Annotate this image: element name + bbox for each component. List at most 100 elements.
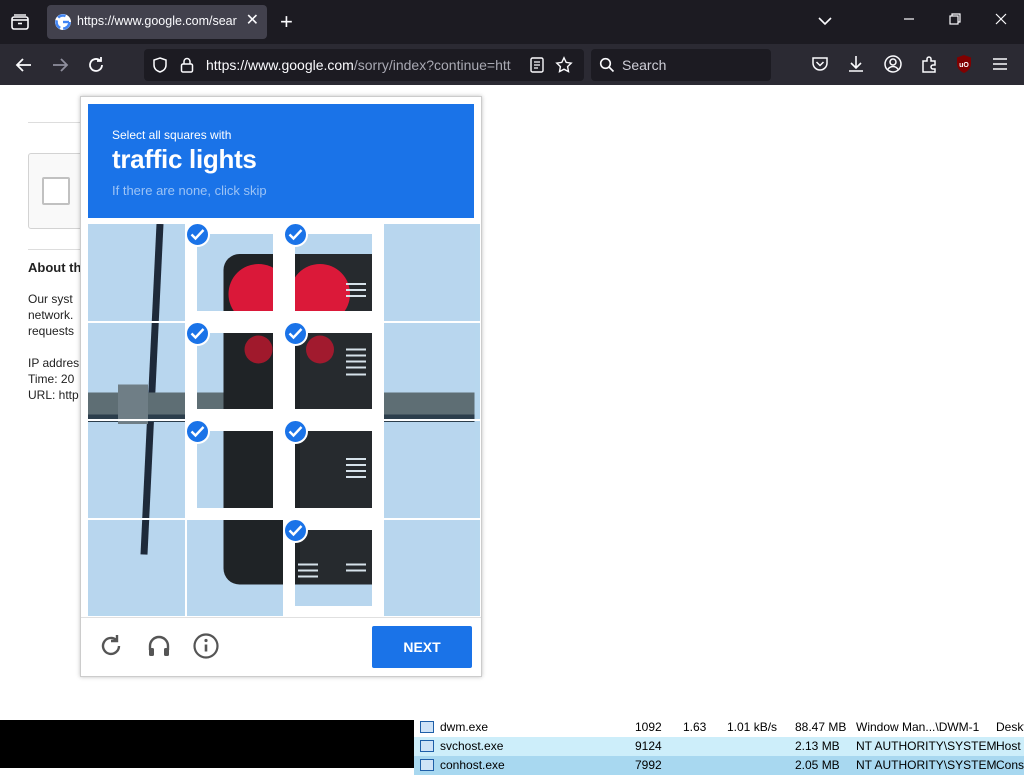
process-row[interactable]: svchost.exe 9124 2.13 MB NT AUTHORITY\SYSTE…: [414, 737, 1024, 756]
bookmark-star-icon[interactable]: [555, 56, 573, 74]
tab-list-icon: [11, 14, 29, 30]
tile-image: [383, 322, 474, 419]
para-line: requests: [28, 324, 75, 338]
process-pid: 7992: [635, 758, 662, 772]
info-line-url: URL: http: [28, 388, 79, 402]
tile-image: [295, 234, 372, 311]
middle-divider: [28, 249, 88, 250]
process-desc: Host: [996, 739, 1021, 753]
url-host: https://www.google.com: [206, 57, 354, 73]
info-line-time: Time: 20: [28, 372, 75, 386]
nav-toolbar: https://www.google.com/sorry/index?conti…: [0, 44, 1024, 85]
reload-icon[interactable]: [84, 53, 108, 77]
back-icon[interactable]: [12, 53, 36, 77]
captcha-tile[interactable]: [88, 224, 185, 321]
process-mem: 88.47 MB: [795, 720, 847, 734]
account-icon[interactable]: [882, 53, 904, 75]
challenge-header: Select all squares with traffic lights I…: [88, 104, 474, 218]
info-line-ip: IP addres: [28, 356, 80, 370]
tracking-protection-icon[interactable]: [151, 56, 169, 74]
target-object: traffic lights: [112, 144, 257, 174]
tile-selected-check-icon: [283, 320, 308, 346]
tab-title: https://www.google.com/search?: [77, 14, 237, 28]
captcha-tile[interactable]: [383, 519, 480, 616]
audio-challenge-icon[interactable]: [145, 632, 173, 660]
footer-divider: [81, 617, 481, 618]
about-heading: About th: [28, 260, 82, 275]
recaptcha-anchor-card: [28, 153, 88, 229]
minimize-icon[interactable]: [902, 12, 916, 32]
tile-image: [186, 519, 283, 610]
image-grid: [88, 222, 480, 616]
url-text[interactable]: https://www.google.com/sorry/index?conti…: [206, 57, 518, 73]
tile-image: [196, 431, 273, 508]
process-cpu: 1.63: [683, 720, 707, 734]
captcha-tile[interactable]: [88, 322, 185, 419]
process-desc: Deskt: [996, 720, 1024, 734]
tile-selected-check-icon: [283, 517, 308, 543]
recaptcha-checkbox[interactable]: [42, 177, 70, 205]
tab-strip: https://www.google.com/search? ✕ +: [0, 0, 1024, 44]
captcha-tile[interactable]: [88, 519, 185, 616]
menu-icon[interactable]: [989, 53, 1011, 75]
reload-challenge-icon[interactable]: [97, 632, 125, 660]
tile-image: [88, 519, 185, 610]
extensions-icon[interactable]: [918, 53, 940, 75]
process-desc: Cons: [996, 758, 1024, 772]
tile-image: [88, 224, 185, 321]
process-user: NT AUTHORITY\SYSTEM: [856, 739, 997, 753]
tile-selected-check-icon: [283, 419, 308, 444]
search-bar[interactable]: Search: [591, 49, 771, 81]
tile-selected-check-icon: [283, 222, 308, 247]
info-icon[interactable]: [192, 632, 220, 660]
process-icon: [420, 759, 434, 771]
process-row[interactable]: conhost.exe 7992 2.05 MB NT AUTHORITY\SYSTE…: [414, 756, 1024, 775]
para-line: Our syst: [28, 292, 73, 306]
captcha-tile[interactable]: [383, 421, 480, 518]
downloads-icon[interactable]: [845, 53, 867, 75]
tile-image: [383, 224, 474, 321]
tile-image: [196, 234, 273, 311]
captcha-tile[interactable]: [383, 224, 480, 321]
tab-list-button[interactable]: [8, 10, 32, 34]
tile-image: [383, 519, 474, 610]
search-icon: [599, 57, 615, 73]
lock-icon[interactable]: [178, 56, 196, 74]
captcha-tile[interactable]: [383, 322, 480, 419]
search-placeholder: Search: [622, 57, 667, 73]
list-all-tabs-icon[interactable]: [816, 12, 834, 36]
tile-image: [295, 332, 372, 409]
tab-close-icon[interactable]: ✕: [246, 13, 259, 29]
url-bar[interactable]: https://www.google.com/sorry/index?conti…: [144, 49, 584, 81]
google-favicon-icon: [55, 14, 71, 30]
recaptcha-challenge: Select all squares with traffic lights I…: [80, 96, 482, 677]
forward-icon[interactable]: [48, 53, 72, 77]
captcha-tile[interactable]: [186, 519, 283, 616]
ublock-origin-icon[interactable]: uO: [953, 53, 975, 75]
captcha-tile[interactable]: [88, 421, 185, 518]
process-name: svchost.exe: [440, 739, 504, 753]
new-tab-button[interactable]: +: [280, 11, 293, 33]
process-pid: 1092: [635, 720, 662, 734]
window-close-icon[interactable]: [994, 12, 1008, 32]
pocket-icon[interactable]: [809, 53, 831, 75]
tile-image: [88, 322, 185, 419]
tile-image: [383, 421, 474, 518]
active-tab[interactable]: https://www.google.com/search? ✕: [47, 5, 267, 39]
url-path: /sorry/index?continue=htt: [353, 57, 511, 73]
restore-icon[interactable]: [948, 12, 962, 32]
tile-image: [196, 332, 273, 409]
process-name: dwm.exe: [440, 720, 489, 734]
tile-selected-check-icon: [184, 419, 210, 444]
process-mem: 2.13 MB: [795, 739, 840, 753]
process-user: Window Man...\DWM-1: [856, 720, 980, 734]
svg-text:uO: uO: [959, 62, 969, 69]
process-icon: [420, 721, 434, 733]
taskbar: [0, 720, 414, 768]
tile-image: [88, 421, 185, 518]
process-row[interactable]: dwm.exe 1092 1.63 1.01 kB/s 88.47 MB Window M…: [414, 718, 1024, 737]
tile-image: [295, 529, 372, 606]
reader-view-icon[interactable]: [528, 56, 546, 74]
process-disk: 1.01 kB/s: [727, 720, 778, 734]
next-button[interactable]: NEXT: [372, 626, 472, 668]
